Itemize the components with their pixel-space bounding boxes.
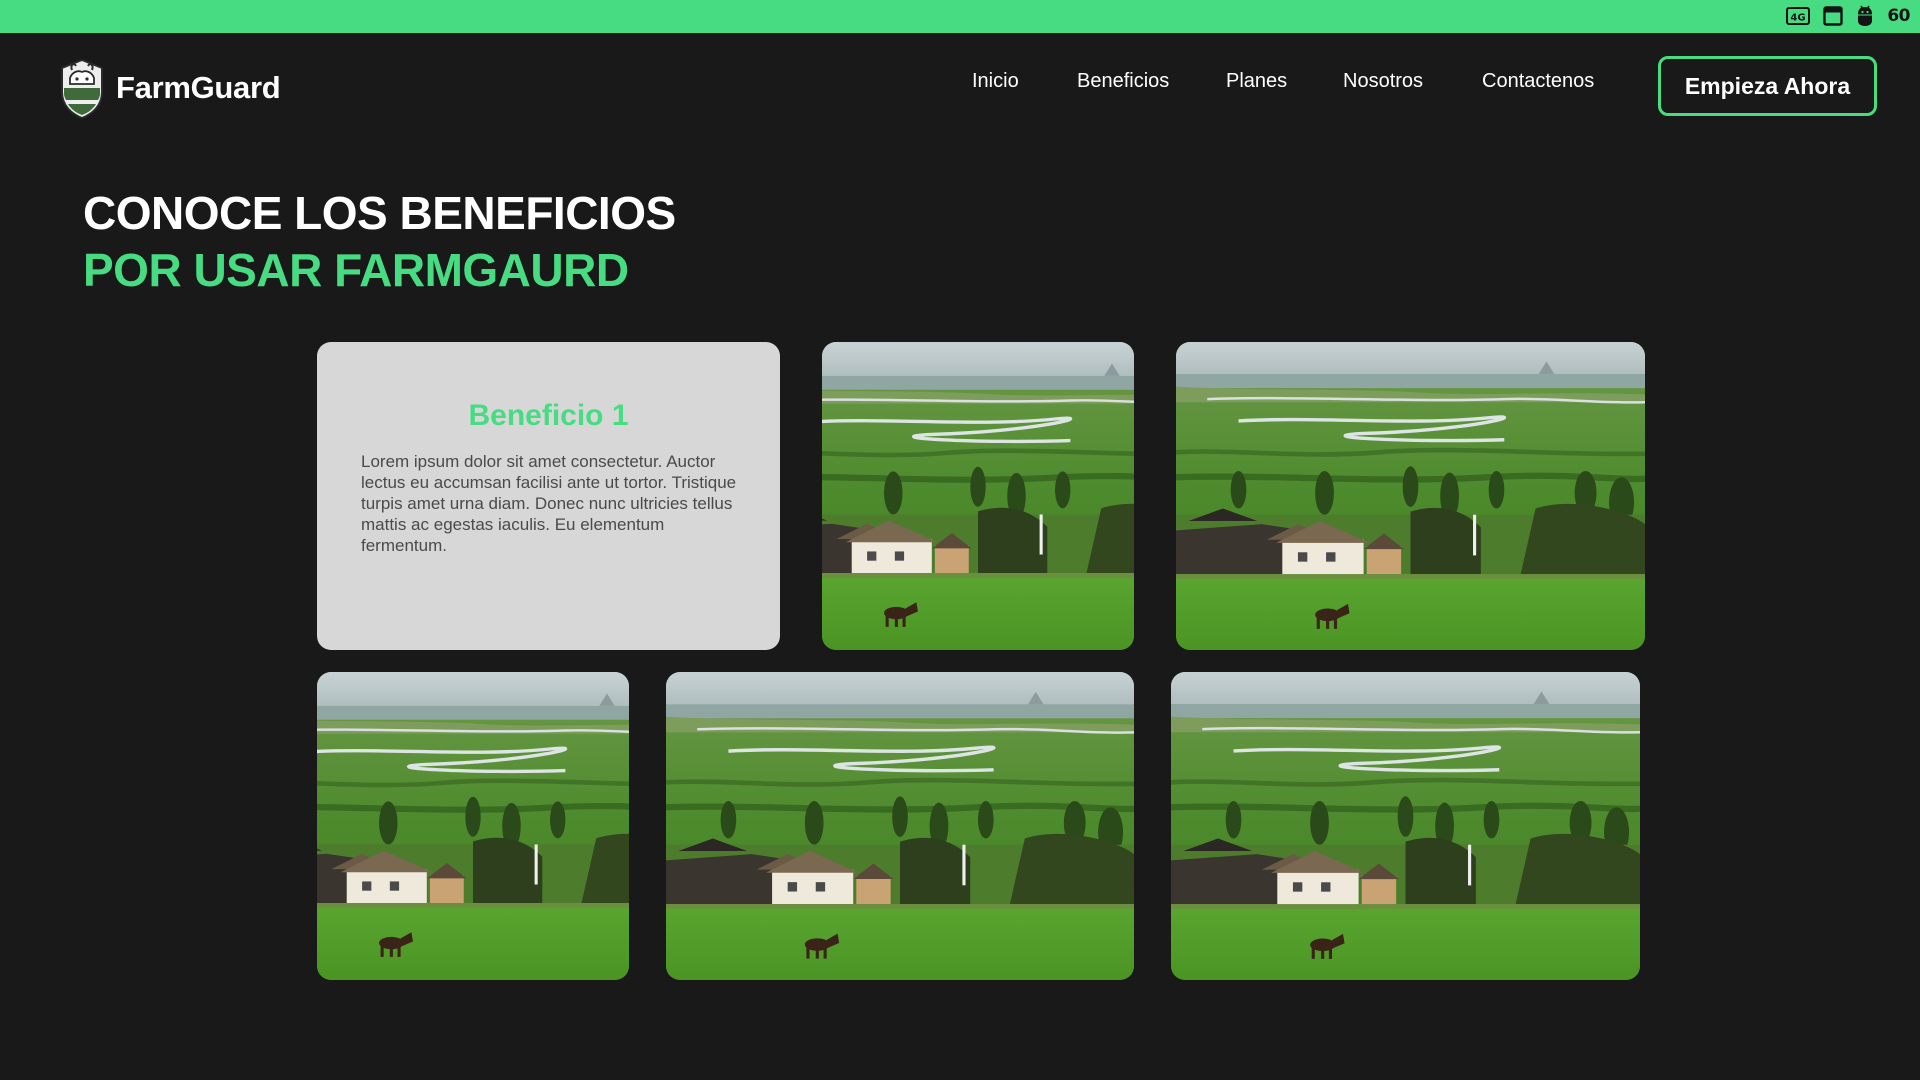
gallery-photo-3 xyxy=(317,672,629,980)
shield-crest-icon xyxy=(61,58,103,120)
nav-link-inicio[interactable]: Inicio xyxy=(972,70,1019,93)
section-title: CONOCE LOS BENEFICIOS POR USAR FARMGAURD xyxy=(83,185,676,299)
brand-name: FarmGuard xyxy=(116,70,281,105)
network-label: 4G xyxy=(1791,13,1806,24)
status-icons: 4G 60 xyxy=(1786,5,1910,27)
fps-counter: 60 xyxy=(1887,6,1910,26)
network-4g-icon: 4G xyxy=(1786,7,1811,25)
section-title-line1: CONOCE LOS BENEFICIOS xyxy=(83,187,676,239)
android-icon xyxy=(1858,5,1873,26)
gallery-photo-2 xyxy=(1176,342,1645,650)
status-bar: 4G 60 xyxy=(0,0,1920,33)
nav-link-nosotros[interactable]: Nosotros xyxy=(1343,70,1423,93)
benefit-title: Beneficio 1 xyxy=(468,399,629,432)
brand-logo[interactable]: FarmGuard xyxy=(58,56,281,120)
benefit-description: Lorem ipsum dolor sit amet consectetur. … xyxy=(361,452,737,555)
gallery-photo-4 xyxy=(666,672,1134,980)
nav-link-beneficios[interactable]: Beneficios xyxy=(1077,70,1169,93)
nav-link-contactenos[interactable]: Contactenos xyxy=(1482,70,1594,93)
nav-link-planes[interactable]: Planes xyxy=(1226,70,1287,93)
start-now-button[interactable]: Empieza Ahora xyxy=(1658,56,1877,116)
benefit-card: Beneficio 1 Lorem ipsum dolor sit amet c… xyxy=(317,342,780,650)
section-title-line2: POR USAR FARMGAURD xyxy=(83,244,629,296)
window-icon xyxy=(1823,6,1844,26)
gallery-photo-1 xyxy=(822,342,1134,650)
gallery-photo-5 xyxy=(1171,672,1640,980)
